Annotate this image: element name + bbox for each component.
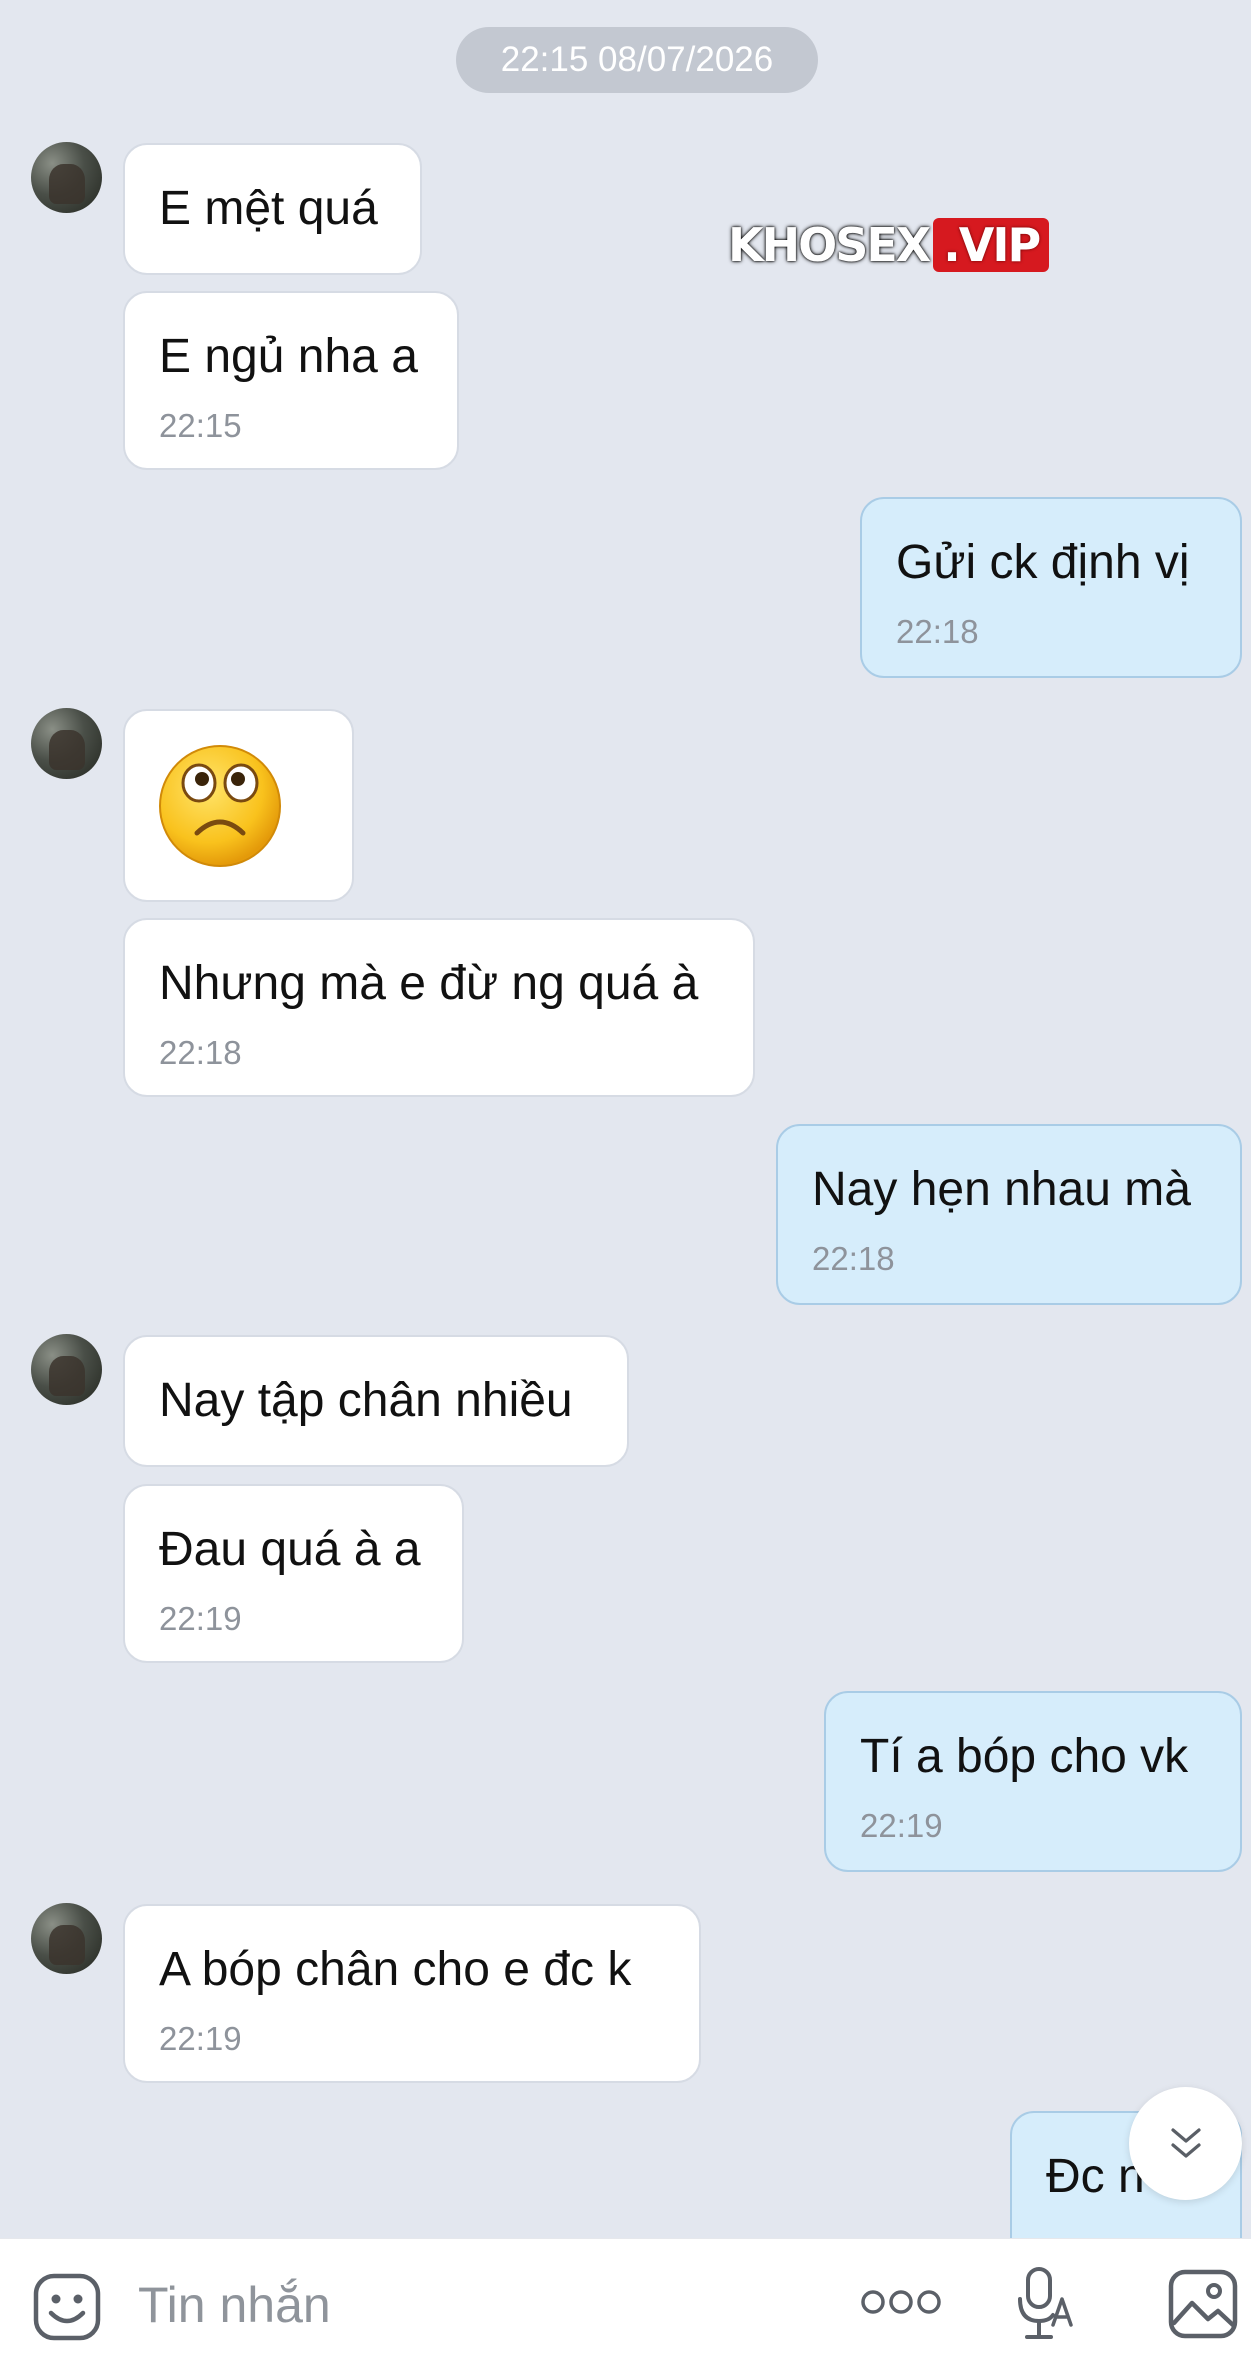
outgoing-message[interactable]: Nay hẹn nhau mà 22:18 [776,1124,1242,1305]
image-button[interactable] [1166,2267,1240,2341]
message-time: 22:18 [812,1240,895,1277]
more-options-icon [861,2290,941,2314]
contact-avatar[interactable] [31,142,102,213]
contact-avatar[interactable] [31,1334,102,1405]
message-input-bar: Tin nhắn [0,2238,1251,2365]
incoming-message[interactable]: Nhưng mà e đừ ng quá à 22:18 [123,918,755,1097]
incoming-message[interactable]: Đau quá à a 22:19 [123,1484,464,1663]
incoming-message[interactable]: Nay tập chân nhiều [123,1335,629,1467]
message-time: 22:19 [860,1807,943,1844]
image-icon [1168,2269,1238,2339]
message-time: 22:19 [159,1600,242,1637]
message-time: 22:15 [159,407,242,444]
message-input[interactable]: Tin nhắn [138,2275,331,2335]
message-text: Nhưng mà e đừ ng quá à [159,957,699,1010]
incoming-message[interactable]: E mệt quá [123,143,422,275]
watermark-main: KHOSEX [728,218,931,272]
sticker-button[interactable] [31,2271,103,2343]
contact-avatar[interactable] [31,708,102,779]
message-text: Nay hẹn nhau mà [812,1163,1191,1216]
message-text: A bóp chân cho e đc k [159,1943,632,1996]
sad-face-emoji-icon [159,745,281,867]
double-chevron-down-icon [1171,2128,1201,2158]
message-text: E mệt quá [159,182,378,235]
outgoing-message[interactable]: Gửi ck định vị 22:18 [860,497,1242,678]
more-options-button[interactable] [860,2285,942,2319]
incoming-sticker-message[interactable] [123,709,354,902]
message-time: 22:18 [896,613,979,650]
watermark: KHOSEX .VIP [728,214,1050,276]
incoming-message[interactable]: E ngủ nha a 22:15 [123,291,459,470]
message-text: E ngủ nha a [159,330,418,383]
message-text: Gửi ck định vị [896,536,1190,589]
scroll-to-bottom-button[interactable] [1129,2087,1242,2200]
message-text: Đau quá à a [159,1523,421,1576]
voice-to-text-icon [1018,2267,1073,2339]
voice-to-text-button[interactable] [1015,2265,1075,2343]
contact-avatar[interactable] [31,1903,102,1974]
message-time: 22:18 [159,1034,242,1071]
message-time: 22:19 [159,2020,242,2057]
outgoing-message[interactable]: Tí a bóp cho vk 22:19 [824,1691,1242,1872]
watermark-suffix: .VIP [933,218,1050,272]
message-text: Nay tập chân nhiều [159,1374,573,1427]
message-text: Tí a bóp cho vk [860,1730,1189,1783]
chat-area[interactable]: 22:15 08/07/2026 KHOSEX .VIP E mệt quá E … [0,0,1251,2238]
date-separator: 22:15 08/07/2026 [456,27,818,93]
sticker-icon [33,2273,101,2341]
incoming-message[interactable]: A bóp chân cho e đc k 22:19 [123,1904,701,2083]
